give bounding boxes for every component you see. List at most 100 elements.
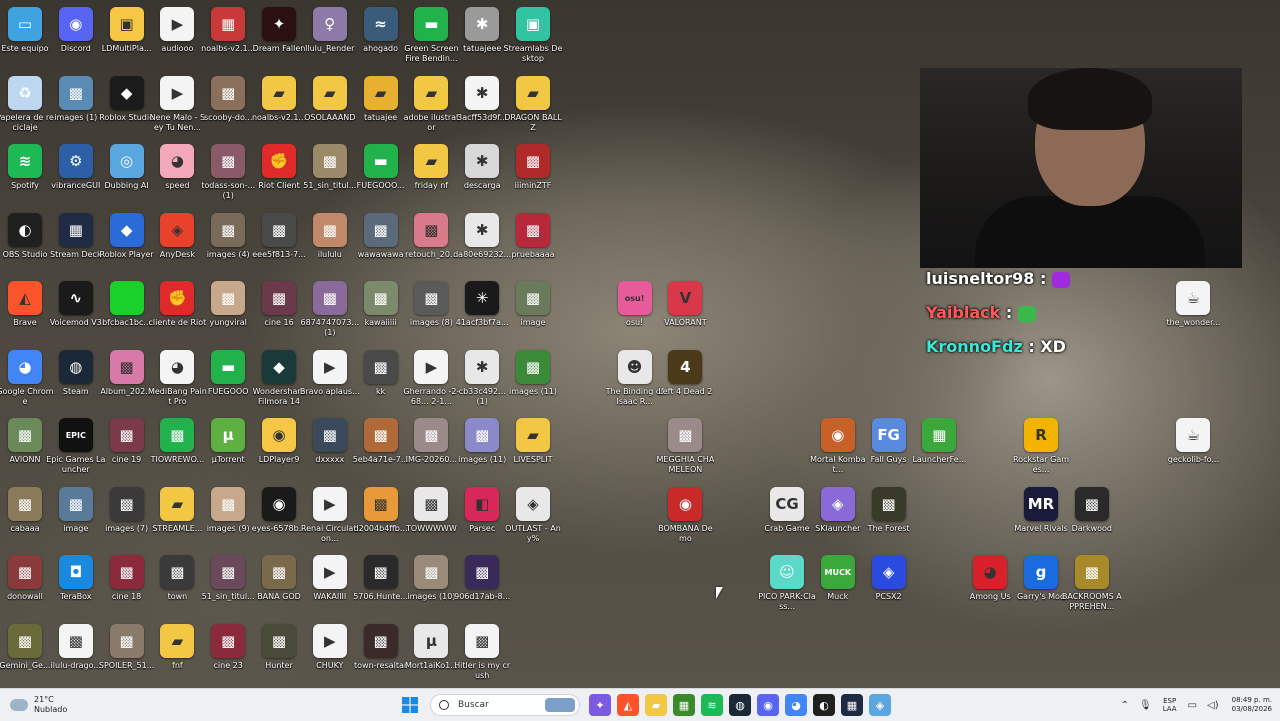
desktop-icon[interactable]: MR Marvel Rivals	[1013, 483, 1069, 549]
desktop-icon[interactable]: ▩ images (4)	[200, 209, 256, 275]
desktop-icon[interactable]: ▩ images (1)	[48, 72, 104, 138]
desktop-icon[interactable]: ▩ Gemini_Ge...	[0, 620, 53, 686]
desktop-icon[interactable]: ▩ cine 23	[200, 620, 256, 686]
desktop-icon[interactable]: ◧ Parsec	[454, 483, 510, 549]
desktop-icon[interactable]: ▣ Streamlabs Desktop	[504, 3, 562, 69]
desktop-icon[interactable]: ▩ IMG-20260...	[403, 414, 459, 480]
desktop-icon[interactable]: ◈ PCSX2	[861, 551, 917, 617]
chrome-icon[interactable]: ◕	[785, 694, 807, 716]
desktop-icon[interactable]: ✱ 3acff53d9f...	[454, 72, 510, 138]
obs-icon[interactable]: ◐	[813, 694, 835, 716]
dubbing-ai-icon[interactable]: ◈	[869, 694, 891, 716]
desktop-icon[interactable]: ▰ STREAMLE...	[149, 483, 205, 549]
desktop-icon[interactable]: ▩ wawawawa	[353, 209, 409, 275]
desktop-icon[interactable]: ▩ TOWWWWW	[403, 483, 459, 549]
desktop-icon[interactable]: ▰ adobe ilustrator	[403, 72, 459, 138]
desktop-icon[interactable]: ▩ images (10)	[403, 551, 459, 617]
desktop-icon[interactable]: ▩ cabaaa	[0, 483, 53, 549]
desktop-icon[interactable]: ▩ Hunter	[251, 620, 307, 686]
desktop-icon[interactable]: 4 Left 4 Dead 2	[657, 346, 713, 412]
desktop-icon[interactable]: ◆ Roblox Player	[99, 209, 155, 275]
brave-icon[interactable]: ◭	[617, 694, 639, 716]
desktop-icon[interactable]: ▩ iiiminZTF	[505, 140, 561, 206]
desktop-icon[interactable]: ≋ Spotify	[0, 140, 53, 206]
desktop-icon[interactable]: ▬ FUEGOOO	[200, 346, 256, 412]
desktop-icon[interactable]: ▩ BANA GOD	[251, 551, 307, 617]
stream-deck-icon[interactable]: ▦	[841, 694, 863, 716]
desktop-icon[interactable]: ☻ The Binding of Isaac R...	[606, 346, 664, 412]
desktop-icon[interactable]: ▩ Album_202...	[99, 346, 155, 412]
desktop-icon[interactable]: ▣ LDMultiPla...	[99, 3, 155, 69]
desktop-icon[interactable]: ▩ cine 16	[251, 277, 307, 343]
desktop-icon[interactable]: ▩ dxxxxx	[302, 414, 358, 480]
desktop-icon[interactable]: ▩ MEGGHIA CHAMELEON	[656, 414, 714, 480]
desktop-icon[interactable]: ✦ Dream Fallen	[251, 3, 307, 69]
desktop-icon[interactable]: ▩ eee5f813-7...	[251, 209, 307, 275]
desktop-icon[interactable]: ◆ Roblox Studio	[99, 72, 155, 138]
desktop-icon[interactable]: ▩ kawaiiiii	[353, 277, 409, 343]
desktop-icon[interactable]: ◉ LDPlayer9	[251, 414, 307, 480]
desktop-icon[interactable]: ▩ town-resaltar	[353, 620, 409, 686]
desktop-icon[interactable]: ◘ TeraBox	[48, 551, 104, 617]
desktop-icon[interactable]: ▩ images (11)	[454, 414, 510, 480]
desktop-icon[interactable]: ✱ da80e69232...	[453, 209, 511, 275]
desktop-icon[interactable]: ✊ cliente de Riot	[148, 277, 206, 343]
desktop-icon[interactable]: R Rockstar Games...	[1013, 414, 1069, 480]
desktop-icon[interactable]: ▩ image	[505, 277, 561, 343]
desktop-icon[interactable]: ▶ Nene Malo - Sey Tu Nen...	[149, 72, 205, 138]
desktop-icon[interactable]: ▰ friday nf	[403, 140, 459, 206]
desktop-icon[interactable]: ▩ 5eb4a71e-7...	[353, 414, 409, 480]
desktop-icon[interactable]: ▩ d2004b4ffb...	[353, 483, 409, 549]
desktop-icon[interactable]: ♀ llulu_Render	[302, 3, 358, 69]
desktop-icon[interactable]: ▰ OSOLAAAND	[302, 72, 358, 138]
desktop-icon[interactable]: ▰ tatuajee	[353, 72, 409, 138]
desktop-icon[interactable]: ▰ fnf	[149, 620, 205, 686]
desktop-icon[interactable]: ▩ SPOILER_51...	[99, 620, 155, 686]
desktop-icon[interactable]: ✱ tatuajeee	[454, 3, 510, 69]
desktop-icon[interactable]: ▭ Este equipo	[0, 3, 53, 69]
desktop-icon[interactable]: µ µTorrent	[200, 414, 256, 480]
desktop-icon[interactable]: ▩ The Forest	[861, 483, 917, 549]
desktop-icon[interactable]: ▩ Hitler is my crush	[454, 620, 510, 686]
desktop-icon[interactable]: ◈ SKlauncher	[810, 483, 866, 549]
desktop-icon[interactable]: ◆ Wondershare Filmora 14	[251, 346, 307, 412]
desktop-icon[interactable]: ▶ Gherrando -2-68... 2-1...	[403, 346, 459, 412]
desktop-icon[interactable]: ♻ Papelera de reciclaje	[0, 72, 54, 138]
desktop-icon[interactable]: ▩ yungviral	[200, 277, 256, 343]
desktop-icon[interactable]: FG Fall Guys	[861, 414, 917, 480]
desktop-icon[interactable]: ▦ Stream Deck	[48, 209, 104, 275]
desktop-icon[interactable]: ⚙ vibranceGUI	[48, 140, 104, 206]
desktop-icon[interactable]: ◎ Dubbing AI	[99, 140, 155, 206]
file-explorer-icon[interactable]: ▰	[645, 694, 667, 716]
desktop-icon[interactable]: ≈ ahogado	[353, 3, 409, 69]
desktop-icon[interactable]: ▦ LauncherFe...	[911, 414, 967, 480]
desktop-icon[interactable]: ▩ images (8)	[403, 277, 459, 343]
copilot-icon[interactable]: ✦	[589, 694, 611, 716]
desktop-icon[interactable]: ▶ CHUKY	[302, 620, 358, 686]
desktop-icon[interactable]: ▰ DRAGON BALL Z	[504, 72, 562, 138]
desktop-icon[interactable]: ▩ scooby-do...	[200, 72, 256, 138]
desktop-icon[interactable]: ◕ speed	[149, 140, 205, 206]
desktop-icon[interactable]: ▩ pruebaaaa	[505, 209, 561, 275]
desktop-icon[interactable]: ▩ image	[48, 483, 104, 549]
desktop-icon[interactable]: ▩ retouch_20...	[403, 209, 459, 275]
desktop-icon[interactable]: ▶ WAKAIIII	[302, 551, 358, 617]
desktop-icon[interactable]: ∿ Voicemod V3	[48, 277, 104, 343]
minecraft-icon[interactable]: ▦	[673, 694, 695, 716]
chevron-up-icon[interactable]: ⌃	[1121, 700, 1129, 711]
desktop-icon[interactable]: ◍ Steam	[48, 346, 104, 412]
desktop-icon[interactable]: ▰ LIVESPLIT	[505, 414, 561, 480]
desktop-icon[interactable]: ▩ BACKROOMS APPREHEN...	[1062, 551, 1122, 617]
desktop-icon[interactable]: ◕ MediBang Paint Pro	[148, 346, 207, 412]
desktop-icon[interactable]: ◈ AnyDesk	[149, 209, 205, 275]
desktop-icon[interactable]: ▩ cine 18	[99, 551, 155, 617]
desktop-icon[interactable]: CG Crab Game	[759, 483, 815, 549]
desktop-icon[interactable]: ▩ cine 19	[99, 414, 155, 480]
desktop-icon[interactable]: ◉ Discord	[48, 3, 104, 69]
desktop-icon[interactable]: ◉ Mortal Kombat...	[810, 414, 866, 480]
desktop-icon[interactable]: ✱ descarga	[454, 140, 510, 206]
volume-icon[interactable]: ◁)	[1207, 700, 1219, 711]
desktop-icon[interactable]: ▩ Darkwood	[1064, 483, 1120, 549]
microphone-icon[interactable]: 🎙	[1139, 700, 1152, 711]
desktop-icon[interactable]: g Garry's Mod	[1013, 551, 1069, 617]
